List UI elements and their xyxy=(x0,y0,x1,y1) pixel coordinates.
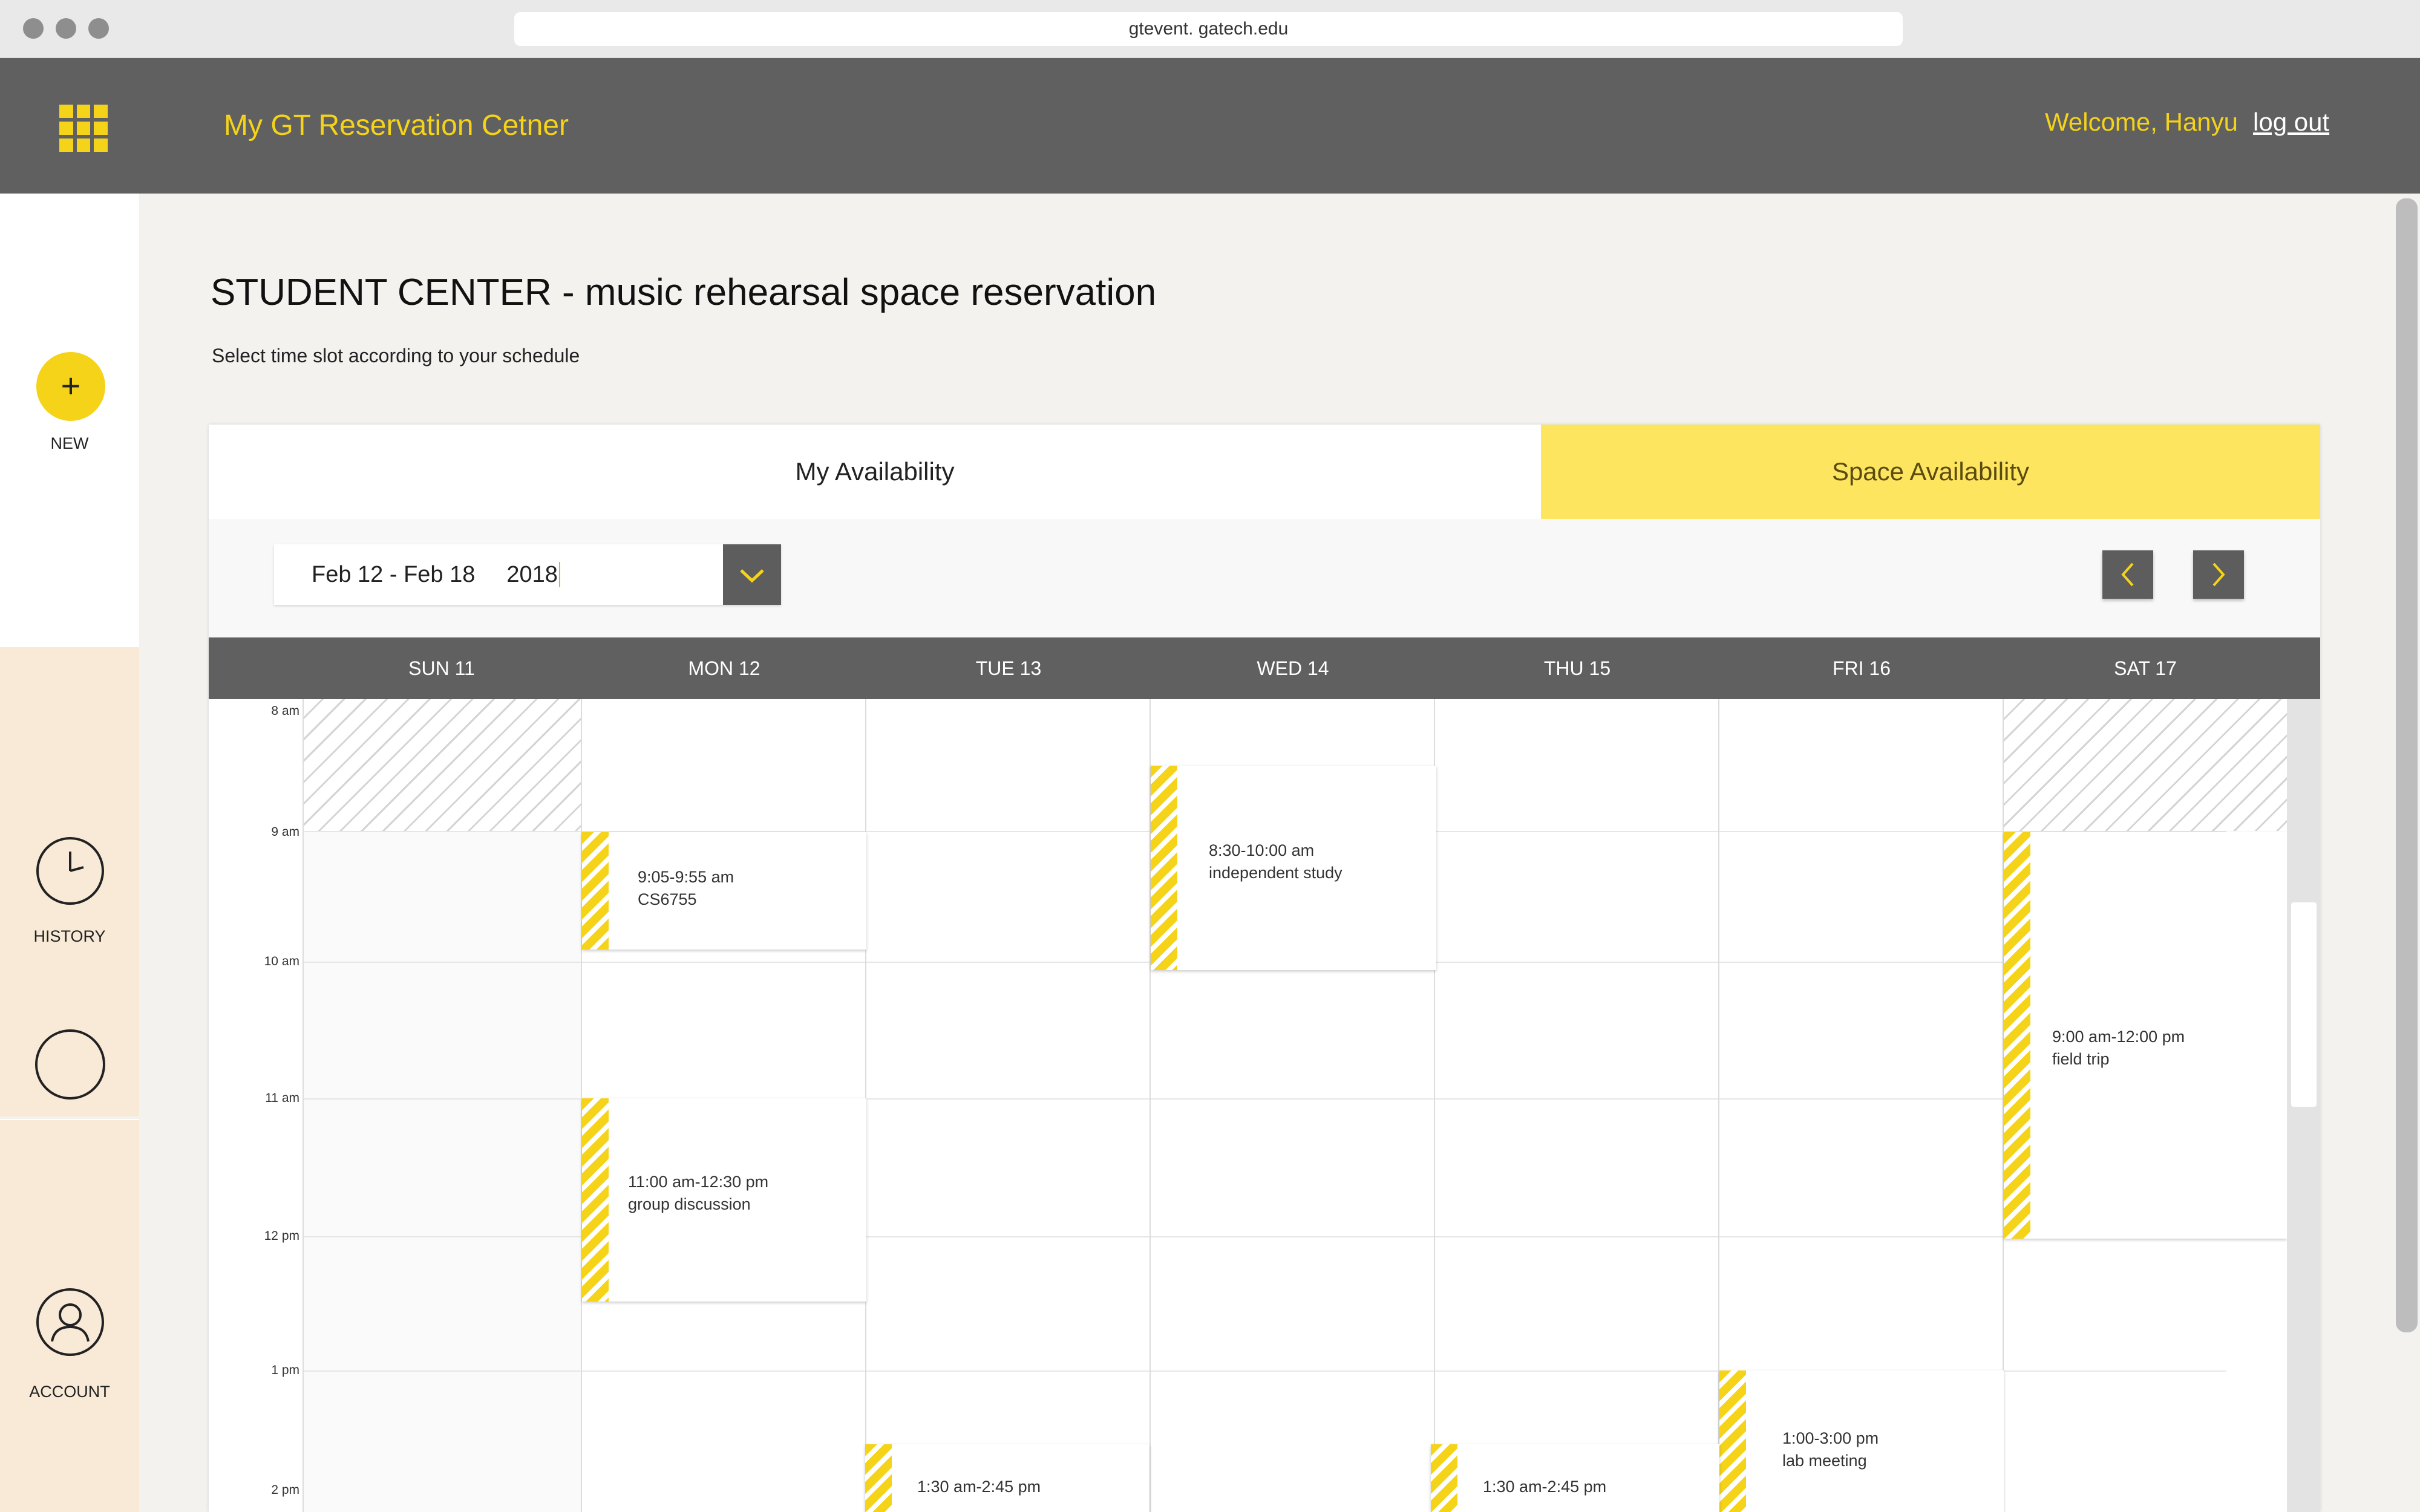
date-range-select[interactable]: Feb 12 - Feb 18 2018 xyxy=(274,544,781,605)
event-stripe xyxy=(1719,1370,1746,1512)
new-label: NEW xyxy=(50,434,89,452)
day-header-sun: SUN 11 xyxy=(408,657,475,679)
event-text: 1:30 am-2:45 pm xyxy=(917,1476,1041,1498)
day-header-wed: WED 14 xyxy=(1257,657,1329,679)
day-header-thu: THU 15 xyxy=(1543,657,1611,679)
app-header: My GT Reservation Cetner Welcome, Hanyu … xyxy=(0,58,2420,194)
event-stripe xyxy=(865,1444,892,1512)
event-text: 11:00 am-12:30 pm group discussion xyxy=(628,1171,768,1216)
calendar-toolbar: Feb 12 - Feb 18 2018 xyxy=(209,519,2320,637)
unavailable-block-sat xyxy=(2004,699,2287,831)
page-title: STUDENT CENTER - music rehearsal space r… xyxy=(211,272,1157,313)
event-time: 1:30 am-2:45 pm xyxy=(1483,1478,1607,1496)
event-block[interactable]: 9:05-9:55 am CS6755 xyxy=(582,832,866,950)
event-text: 1:00-3:00 pm lab meeting xyxy=(1782,1427,1879,1472)
event-block[interactable]: 1:30 am-2:45 pm xyxy=(1431,1444,1719,1512)
event-title: lab meeting xyxy=(1782,1452,1867,1470)
account-label: ACCOUNT xyxy=(29,1383,110,1401)
chevron-left-icon xyxy=(2121,562,2134,587)
grid-logo-icon[interactable] xyxy=(59,105,108,152)
history-label: HISTORY xyxy=(33,927,106,945)
event-block[interactable]: 1:30 am-2:45 pm xyxy=(865,1444,1150,1512)
calendar-scroll-thumb[interactable] xyxy=(2291,902,2317,1107)
sidebar-new-section: + NEW xyxy=(0,194,139,647)
time-label: 12 pm xyxy=(264,1229,299,1243)
window-close-dot[interactable] xyxy=(23,18,44,39)
app-title: My GT Reservation Cetner xyxy=(224,109,569,142)
event-title: group discussion xyxy=(628,1195,751,1213)
time-label: 11 am xyxy=(265,1091,299,1105)
event-title: CS6755 xyxy=(638,890,697,908)
plus-icon: + xyxy=(60,367,81,405)
new-button[interactable]: + xyxy=(36,352,105,421)
clock-icon xyxy=(35,1029,105,1100)
event-time: 9:00 am-12:00 pm xyxy=(2052,1028,2185,1046)
event-text: 9:05-9:55 am CS6755 xyxy=(638,866,734,911)
prev-week-button[interactable] xyxy=(2102,550,2153,599)
event-text: 1:30 am-2:45 pm xyxy=(1483,1476,1606,1498)
url-bar[interactable]: gtevent. gatech.edu xyxy=(514,12,1903,46)
unavailable-block-sun xyxy=(302,699,581,831)
time-label: 9 am xyxy=(271,825,299,839)
dropdown-button[interactable] xyxy=(723,544,781,605)
column-divider xyxy=(302,699,304,1512)
event-time: 9:05-9:55 am xyxy=(638,868,734,886)
day-header-tue: TUE 13 xyxy=(975,657,1042,679)
event-title: field trip xyxy=(2052,1050,2110,1068)
event-text: 9:00 am-12:00 pm field trip xyxy=(2052,1026,2185,1070)
window-maximize-dot[interactable] xyxy=(88,18,109,39)
event-block[interactable]: 1:00-3:00 pm lab meeting xyxy=(1719,1370,2004,1512)
event-time: 1:30 am-2:45 pm xyxy=(917,1478,1041,1496)
day-header-sat: SAT 17 xyxy=(2114,657,2177,679)
event-block[interactable]: 9:00 am-12:00 pm field trip xyxy=(2004,832,2287,1239)
user-icon[interactable] xyxy=(35,1287,105,1357)
event-stripe xyxy=(582,1098,609,1302)
day-header-row: SUN 11 MON 12 TUE 13 WED 14 THU 15 FRI 1… xyxy=(209,637,2320,699)
date-year-text: 2018 xyxy=(506,562,560,587)
event-stripe xyxy=(1431,1444,1457,1512)
browser-chrome: gtevent. gatech.edu xyxy=(0,0,2420,58)
event-title: independent study xyxy=(1209,864,1342,882)
event-block[interactable]: 8:30-10:00 am independent study xyxy=(1151,766,1436,970)
page-subtitle: Select time slot according to your sched… xyxy=(212,345,580,367)
event-time: 11:00 am-12:30 pm xyxy=(628,1173,769,1191)
event-block[interactable]: 11:00 am-12:30 pm group discussion xyxy=(582,1098,866,1302)
time-label: 2 pm xyxy=(271,1483,299,1497)
chevron-right-icon xyxy=(2212,562,2225,587)
welcome-text: Welcome, Hanyu xyxy=(2045,108,2238,136)
day-header-fri: FRI 16 xyxy=(1832,657,1891,679)
time-label: 1 pm xyxy=(271,1363,299,1377)
event-stripe xyxy=(1151,766,1177,970)
chevron-down-icon xyxy=(740,569,764,583)
window-minimize-dot[interactable] xyxy=(56,18,76,39)
time-label: 10 am xyxy=(264,954,299,968)
event-time: 1:00-3:00 pm xyxy=(1782,1429,1879,1447)
day-header-mon: MON 12 xyxy=(688,657,760,679)
tab-space-availability[interactable]: Space Availability xyxy=(1541,425,2320,519)
reservation-card: My Availability Space Availability Feb 1… xyxy=(209,425,2320,1512)
next-week-button[interactable] xyxy=(2193,550,2244,599)
event-time: 8:30-10:00 am xyxy=(1209,841,1315,859)
event-stripe xyxy=(582,832,609,950)
tab-my-availability[interactable]: My Availability xyxy=(209,425,1541,519)
event-text: 8:30-10:00 am independent study xyxy=(1209,839,1342,884)
date-range-text: Feb 12 - Feb 18 xyxy=(312,562,476,587)
logout-link[interactable]: log out xyxy=(2253,108,2329,137)
time-label: 8 am xyxy=(271,704,299,718)
page-scrollbar[interactable] xyxy=(2396,198,2418,1332)
event-stripe xyxy=(2004,832,2030,1239)
calendar-grid: 8 am 9 am 10 am 11 am 12 pm 1 pm 2 pm 9:… xyxy=(209,699,2320,1512)
clock-icon[interactable] xyxy=(35,836,105,906)
